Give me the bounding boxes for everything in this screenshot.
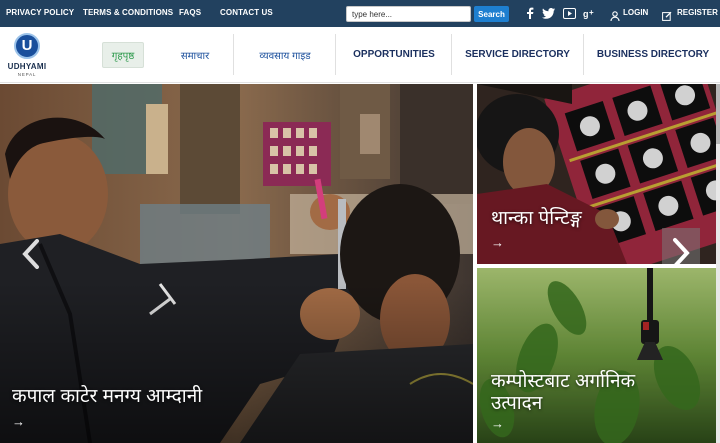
facebook-icon[interactable] — [523, 6, 537, 20]
hero-side-top-slide[interactable]: थान्का पेन्टिङ्ग → — [477, 84, 716, 264]
hero-side-top-arrow[interactable]: → — [491, 235, 504, 250]
svg-text:g: g — [583, 9, 589, 19]
logo-subtitle: NEPAL — [17, 72, 37, 77]
scrollbar-thumb[interactable] — [716, 84, 720, 144]
hero-main-arrow[interactable]: → — [12, 414, 25, 429]
nav-item-business-directory[interactable]: BUSINESS DIRECTORY — [586, 27, 720, 82]
hero-side-bottom-arrow[interactable]: → — [491, 416, 504, 431]
faqs-link[interactable]: FAQS — [179, 8, 201, 17]
hero-side-bottom-slide[interactable]: कम्पोस्टबाट अर्गानिक उत्पादन → — [477, 268, 716, 443]
nav-item-business-guide[interactable]: व्यवसाय गाइड — [236, 27, 334, 82]
udhyami-logo[interactable]: U UDHYAMI NEPAL — [4, 31, 50, 81]
compost-photo — [477, 268, 716, 443]
hero-side-bottom-title[interactable]: कम्पोस्टबाट अर्गानिक उत्पादन — [491, 371, 635, 415]
nav-item-opportunities[interactable]: OPPORTUNITIES — [338, 27, 450, 82]
next-slide-arrow[interactable] — [662, 228, 700, 264]
register-link[interactable]: REGISTER — [677, 8, 718, 17]
youtube-icon[interactable] — [562, 6, 576, 20]
nav-separator — [233, 34, 234, 75]
search-input[interactable] — [346, 6, 471, 22]
contact-us-link[interactable]: CONTACT US — [220, 8, 273, 17]
nav-separator — [335, 34, 336, 75]
user-icon — [610, 8, 620, 22]
prev-slide-arrow[interactable] — [18, 236, 44, 272]
search-button[interactable]: Search — [474, 6, 509, 22]
nav-separator — [451, 34, 452, 75]
nav-separator — [583, 34, 584, 75]
nav-item-news[interactable]: समाचार — [166, 27, 224, 82]
top-bar: PRIVACY POLICY TERMS & CONDITIONS FAQS C… — [0, 0, 720, 27]
login-link[interactable]: LOGIN — [623, 8, 648, 17]
terms-conditions-link[interactable]: TERMS & CONDITIONS — [83, 8, 173, 17]
nav-item-service-directory[interactable]: SERVICE DIRECTORY — [454, 27, 581, 82]
hero-main-title[interactable]: कपाल काटेर मनग्य आम्दानी — [12, 386, 202, 408]
main-navigation: U UDHYAMI NEPAL गृहपृष्ठ समाचार व्यवसाय … — [0, 27, 720, 83]
logo-emblem: U — [14, 33, 40, 59]
privacy-policy-link[interactable]: PRIVACY POLICY — [6, 8, 74, 17]
logo-name: UDHYAMI — [7, 62, 47, 71]
svg-text:+: + — [589, 8, 594, 17]
google-plus-icon[interactable]: g + — [583, 6, 597, 20]
twitter-icon[interactable] — [541, 6, 555, 20]
page-scrollbar[interactable] — [716, 84, 720, 443]
hero-side-top-title[interactable]: थान्का पेन्टिङ्ग — [491, 208, 582, 230]
hero-main-slide[interactable]: कपाल काटेर मनग्य आम्दानी → — [0, 84, 473, 443]
nav-item-home[interactable]: गृहपृष्ठ — [92, 27, 154, 82]
edit-icon — [662, 8, 672, 21]
